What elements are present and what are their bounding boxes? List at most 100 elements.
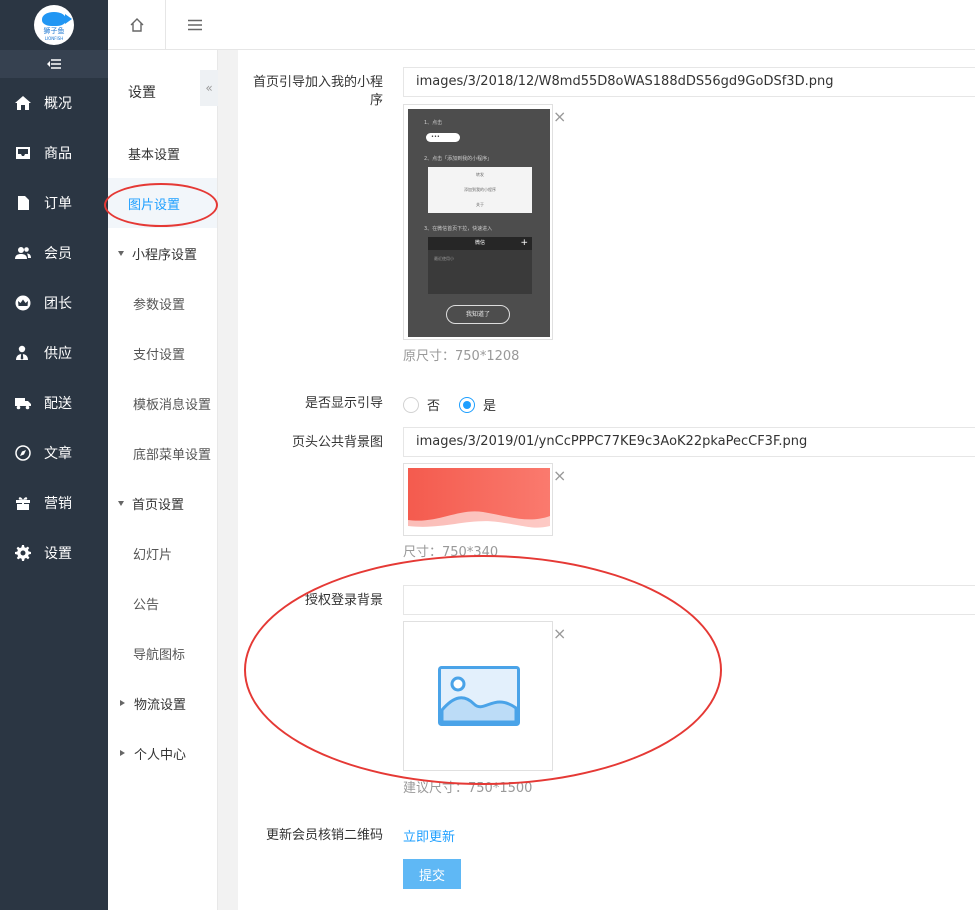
guide-image-label: 首页引导加入我的小程序 (253, 75, 384, 108)
header-bg-path-field[interactable]: images/3/2019/01/ynCcPPPC77KE9c3AoK22pka… (403, 427, 975, 457)
user-tie-icon (14, 344, 32, 362)
guide-image-size-hint: 原尺寸：750*1208 (403, 349, 520, 364)
inbox-icon (14, 144, 32, 162)
qr-update-label: 更新会员核销二维码 (265, 828, 383, 843)
nav-item-label: 营销 (44, 496, 72, 512)
nav-item-label: 设置 (44, 546, 72, 562)
hamburger-icon (188, 19, 202, 31)
update-now-link[interactable]: 立即更新 (403, 826, 455, 845)
main-sidebar: 狮子鱼 LIONFISH 概况 商品 订单 会员 团长 供应 配送 文章 营销 (0, 0, 108, 910)
nav-item-delivery[interactable]: 配送 (0, 378, 108, 428)
nav-item-label: 概况 (44, 96, 72, 112)
submenu-group-label: 个人中心 (134, 747, 187, 763)
header-bg-size-hint: 尺寸：750*340 (403, 545, 499, 560)
menu-button[interactable] (166, 0, 224, 50)
submenu-group-label: 首页设置 (132, 497, 185, 513)
guide-step-1: 1、点击 (424, 120, 443, 126)
guide-menu-item: 添加到我的小程序 (464, 187, 496, 192)
nav-item-overview[interactable]: 概况 (0, 78, 108, 128)
file-icon (14, 194, 32, 212)
radio-on-icon (459, 396, 475, 413)
top-bar (108, 0, 975, 50)
home-outline-icon (130, 18, 143, 32)
auth-bg-path-field[interactable] (403, 585, 975, 615)
nav-item-goods[interactable]: 商品 (0, 128, 108, 178)
header-bg-label: 页头公共背景图 (291, 435, 383, 450)
remove-header-bg-icon[interactable]: × (553, 468, 566, 484)
submenu-item-template-msg[interactable]: 模板消息设置 (108, 378, 217, 428)
caret-down-icon (118, 500, 124, 506)
submenu-group-home[interactable]: 首页设置 (108, 478, 217, 528)
settings-submenu: 设置 « 基本设置 图片设置 小程序设置 参数设置 支付设置 模板消息设置 底部… (108, 50, 218, 910)
show-guide-yes-radio[interactable]: 是 (459, 395, 496, 414)
truck-icon (14, 394, 32, 412)
guide-image-path-field[interactable]: images/3/2018/12/W8md55D8oWAS188dDS56gd9… (403, 67, 975, 97)
guide-recent-box: 最近使用小 (428, 250, 532, 294)
show-guide-label: 是否显示引导 (304, 396, 383, 411)
guide-recent-text: 最近使用小 (434, 256, 454, 261)
guide-bar-title: 微信 (474, 240, 485, 246)
logo-area: 狮子鱼 LIONFISH (0, 0, 108, 50)
submenu-item-params[interactable]: 参数设置 (108, 278, 217, 328)
caret-right-icon (120, 700, 125, 706)
submenu-collapse-button[interactable]: « (200, 70, 218, 106)
submenu-item-basic[interactable]: 基本设置 (108, 128, 217, 178)
submenu-item-bottom-menu[interactable]: 底部菜单设置 (108, 428, 217, 478)
submenu-group-label: 小程序设置 (132, 247, 198, 263)
guide-wechat-bar: 微信 + (428, 237, 532, 250)
nav-item-supply[interactable]: 供应 (0, 328, 108, 378)
guide-step-2: 2、点击「添加到我的小程序」 (424, 156, 493, 162)
nav-item-settings[interactable]: 设置 (0, 528, 108, 578)
nav-item-leaders[interactable]: 团长 (0, 278, 108, 328)
crown-icon (14, 294, 32, 312)
compass-icon (14, 444, 32, 462)
submenu-item-payment[interactable]: 支付设置 (108, 328, 217, 378)
radio-label: 否 (427, 399, 441, 414)
sidebar-toggle[interactable] (0, 50, 108, 78)
submenu-item-images[interactable]: 图片设置 (108, 178, 217, 228)
content-gutter (218, 50, 238, 910)
radio-label: 是 (483, 399, 497, 414)
caret-right-icon (120, 750, 125, 756)
nav-item-label: 配送 (44, 396, 72, 412)
nav-item-label: 供应 (44, 346, 72, 362)
guide-phone-mockup: 1、点击 ••• 2、点击「添加到我的小程序」 转发 添加到我的小程序 关于 3… (408, 109, 550, 337)
submenu-title: 设置 (128, 85, 156, 101)
home-icon (14, 94, 32, 112)
guide-menu-item: 转发 (476, 172, 484, 177)
show-guide-no-radio[interactable]: 否 (403, 395, 440, 414)
remove-auth-bg-icon[interactable]: × (553, 626, 566, 642)
submenu-group-label: 物流设置 (134, 697, 187, 713)
submenu-group-logistics[interactable]: 物流设置 (108, 678, 217, 728)
submit-button[interactable]: 提交 (403, 859, 461, 889)
guide-menu: 转发 添加到我的小程序 关于 (428, 167, 532, 213)
gift-icon (14, 494, 32, 512)
guide-image-preview: 1、点击 ••• 2、点击「添加到我的小程序」 转发 添加到我的小程序 关于 3… (403, 104, 553, 340)
logo-subtext: LIONFISH (44, 36, 64, 41)
logo[interactable]: 狮子鱼 LIONFISH (34, 5, 74, 45)
outdent-icon (47, 59, 61, 69)
nav-item-articles[interactable]: 文章 (0, 428, 108, 478)
submenu-group-profile[interactable]: 个人中心 (108, 728, 217, 778)
guide-step-3: 3、在微信首页下拉，快速进入 (424, 226, 493, 232)
users-icon (14, 244, 32, 262)
nav-item-members[interactable]: 会员 (0, 228, 108, 278)
nav-item-marketing[interactable]: 营销 (0, 478, 108, 528)
submenu-item-slides[interactable]: 幻灯片 (108, 528, 217, 578)
home-button[interactable] (108, 0, 166, 50)
nav-item-label: 会员 (44, 246, 72, 262)
gear-icon (14, 544, 32, 562)
auth-bg-size-hint: 建议尺寸：750*1500 (403, 781, 533, 796)
nav-item-orders[interactable]: 订单 (0, 178, 108, 228)
submenu-group-miniprogram[interactable]: 小程序设置 (108, 228, 217, 278)
caret-down-icon (118, 250, 124, 256)
auth-bg-preview[interactable] (403, 621, 553, 771)
fish-logo-icon (42, 12, 72, 26)
submenu-item-notice[interactable]: 公告 (108, 578, 217, 628)
submenu-item-nav-icons[interactable]: 导航图标 (108, 628, 217, 678)
radio-off-icon (403, 396, 419, 413)
image-placeholder-icon (438, 666, 520, 726)
header-bg-image (408, 468, 550, 532)
remove-guide-image-icon[interactable]: × (553, 109, 566, 125)
nav-item-label: 商品 (44, 146, 72, 162)
